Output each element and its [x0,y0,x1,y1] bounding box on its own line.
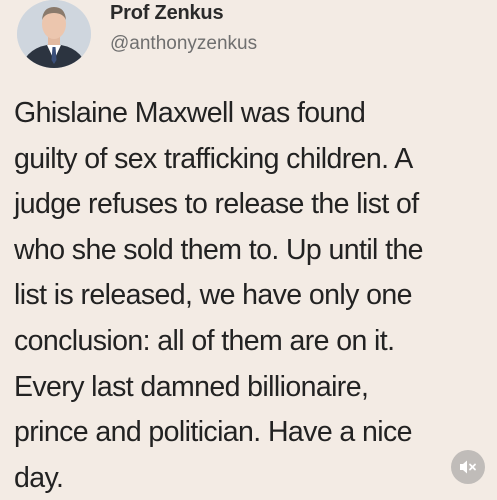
tweet-text: Ghislaine Maxwell was found guilty of se… [14,97,424,494]
tweet-card: Prof Zenkus @anthonyzenkus Ghislaine Max… [0,0,497,500]
author-display-name[interactable]: Prof Zenkus [110,2,224,25]
author-handle[interactable]: @anthonyzenkus [110,33,257,55]
speaker-muted-icon [460,460,476,474]
profile-avatar[interactable] [17,0,91,68]
mute-button[interactable] [451,450,485,484]
profile-photo-icon [17,0,91,68]
